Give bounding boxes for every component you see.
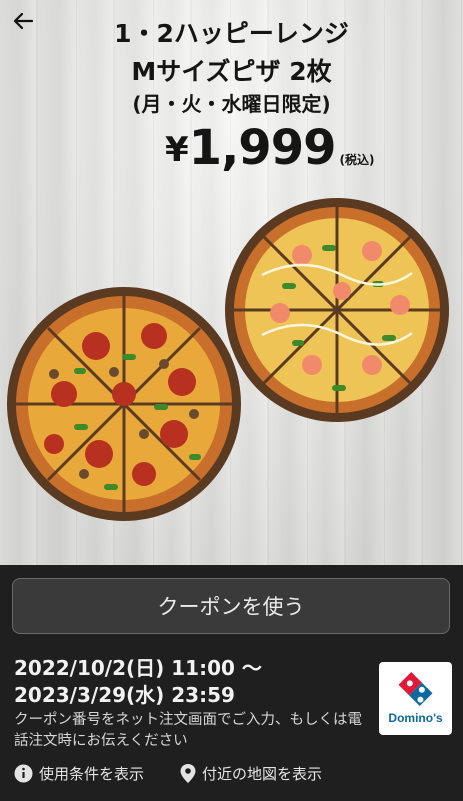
nearby-map-link[interactable]: 付近の地図を表示	[180, 763, 322, 784]
info-icon	[14, 764, 33, 783]
terms-link[interactable]: 使用条件を表示	[14, 763, 144, 784]
terms-link-label: 使用条件を表示	[39, 765, 145, 783]
price-currency: ¥	[165, 130, 189, 170]
offer-title-line2: Mサイズピザ 2枚	[131, 57, 332, 86]
nearby-map-link-label: 付近の地図を表示	[202, 765, 323, 783]
price-amount: 1,999	[188, 120, 337, 176]
offer-title-line3: (月・火・水曜日限定)	[132, 92, 331, 116]
hero-image: 1・2ハッピーレンジ Mサイズピザ 2枚 (月・火・水曜日限定) ¥1,999(…	[0, 0, 463, 565]
validity-start: 2022/10/2(日) 11:00 ～	[14, 656, 262, 680]
price: ¥1,999 (税込)	[165, 120, 374, 176]
coupon-usage-note: クーポン番号をネット注文画面でご入力、もしくは電話注文時にお伝えください	[14, 712, 362, 749]
price-tax-note: (税込)	[339, 153, 375, 167]
dominos-logo-text: Domino's	[388, 711, 443, 725]
pepperoni-pizza-image	[7, 287, 241, 521]
dominos-logo: Domino's	[379, 662, 452, 735]
location-pin-icon	[180, 764, 196, 783]
seafood-pizza-image	[225, 198, 449, 422]
validity-end: 2023/3/29(水) 23:59	[14, 683, 235, 707]
offer-title-line1: 1・2ハッピーレンジ	[114, 19, 349, 48]
use-coupon-button[interactable]: クーポンを使う	[12, 578, 450, 634]
